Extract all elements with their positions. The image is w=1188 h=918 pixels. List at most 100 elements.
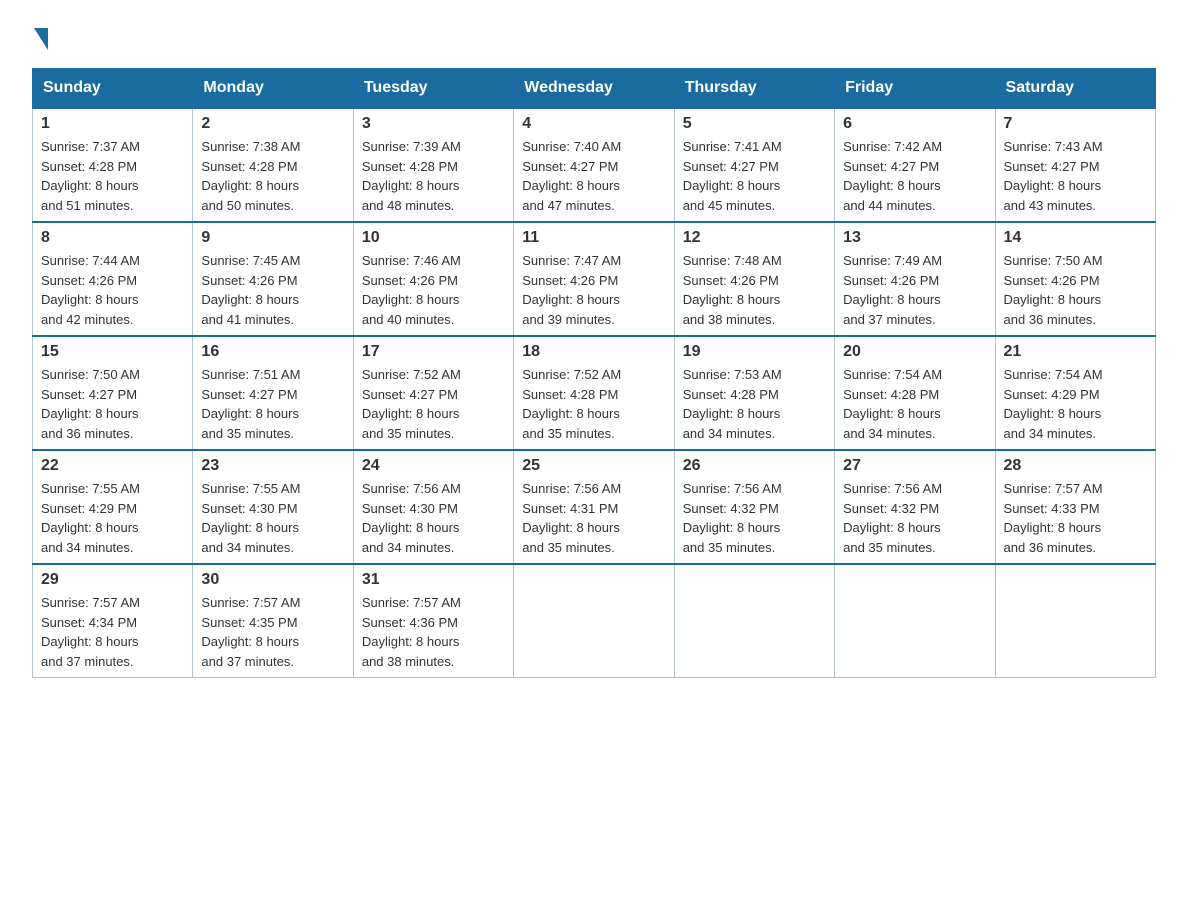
- calendar-cell: 10 Sunrise: 7:46 AM Sunset: 4:26 PM Dayl…: [353, 222, 513, 336]
- day-info: Sunrise: 7:40 AM Sunset: 4:27 PM Dayligh…: [522, 137, 665, 215]
- calendar-cell: 20 Sunrise: 7:54 AM Sunset: 4:28 PM Dayl…: [835, 336, 995, 450]
- calendar-week-3: 15 Sunrise: 7:50 AM Sunset: 4:27 PM Dayl…: [33, 336, 1156, 450]
- calendar-cell: 31 Sunrise: 7:57 AM Sunset: 4:36 PM Dayl…: [353, 564, 513, 678]
- calendar-cell: [995, 564, 1155, 678]
- day-header-sunday: Sunday: [33, 69, 193, 109]
- day-number: 6: [843, 115, 986, 133]
- day-info: Sunrise: 7:43 AM Sunset: 4:27 PM Dayligh…: [1004, 137, 1147, 215]
- calendar-week-1: 1 Sunrise: 7:37 AM Sunset: 4:28 PM Dayli…: [33, 108, 1156, 222]
- day-info: Sunrise: 7:51 AM Sunset: 4:27 PM Dayligh…: [201, 365, 344, 443]
- day-info: Sunrise: 7:47 AM Sunset: 4:26 PM Dayligh…: [522, 251, 665, 329]
- day-number: 14: [1004, 229, 1147, 247]
- calendar-cell: 19 Sunrise: 7:53 AM Sunset: 4:28 PM Dayl…: [674, 336, 834, 450]
- day-info: Sunrise: 7:52 AM Sunset: 4:28 PM Dayligh…: [522, 365, 665, 443]
- calendar-cell: 17 Sunrise: 7:52 AM Sunset: 4:27 PM Dayl…: [353, 336, 513, 450]
- calendar-week-2: 8 Sunrise: 7:44 AM Sunset: 4:26 PM Dayli…: [33, 222, 1156, 336]
- page-header: [32, 24, 1156, 48]
- logo: [32, 24, 48, 48]
- calendar-cell: [514, 564, 674, 678]
- day-header-monday: Monday: [193, 69, 353, 109]
- calendar-cell: 27 Sunrise: 7:56 AM Sunset: 4:32 PM Dayl…: [835, 450, 995, 564]
- calendar-cell: 7 Sunrise: 7:43 AM Sunset: 4:27 PM Dayli…: [995, 108, 1155, 222]
- day-info: Sunrise: 7:56 AM Sunset: 4:30 PM Dayligh…: [362, 479, 505, 557]
- day-number: 1: [41, 115, 184, 133]
- day-number: 17: [362, 343, 505, 361]
- calendar-cell: 24 Sunrise: 7:56 AM Sunset: 4:30 PM Dayl…: [353, 450, 513, 564]
- day-header-tuesday: Tuesday: [353, 69, 513, 109]
- day-info: Sunrise: 7:42 AM Sunset: 4:27 PM Dayligh…: [843, 137, 986, 215]
- day-number: 20: [843, 343, 986, 361]
- day-header-saturday: Saturday: [995, 69, 1155, 109]
- day-number: 19: [683, 343, 826, 361]
- day-number: 5: [683, 115, 826, 133]
- day-number: 22: [41, 457, 184, 475]
- calendar-cell: 3 Sunrise: 7:39 AM Sunset: 4:28 PM Dayli…: [353, 108, 513, 222]
- logo-arrow-icon: [34, 28, 48, 50]
- calendar-cell: 4 Sunrise: 7:40 AM Sunset: 4:27 PM Dayli…: [514, 108, 674, 222]
- calendar-cell: 5 Sunrise: 7:41 AM Sunset: 4:27 PM Dayli…: [674, 108, 834, 222]
- day-number: 11: [522, 229, 665, 247]
- calendar-cell: 15 Sunrise: 7:50 AM Sunset: 4:27 PM Dayl…: [33, 336, 193, 450]
- calendar-cell: 13 Sunrise: 7:49 AM Sunset: 4:26 PM Dayl…: [835, 222, 995, 336]
- day-info: Sunrise: 7:39 AM Sunset: 4:28 PM Dayligh…: [362, 137, 505, 215]
- day-number: 15: [41, 343, 184, 361]
- day-number: 18: [522, 343, 665, 361]
- day-info: Sunrise: 7:50 AM Sunset: 4:26 PM Dayligh…: [1004, 251, 1147, 329]
- day-number: 29: [41, 571, 184, 589]
- day-info: Sunrise: 7:41 AM Sunset: 4:27 PM Dayligh…: [683, 137, 826, 215]
- calendar-cell: 6 Sunrise: 7:42 AM Sunset: 4:27 PM Dayli…: [835, 108, 995, 222]
- day-info: Sunrise: 7:52 AM Sunset: 4:27 PM Dayligh…: [362, 365, 505, 443]
- day-header-friday: Friday: [835, 69, 995, 109]
- calendar-cell: 26 Sunrise: 7:56 AM Sunset: 4:32 PM Dayl…: [674, 450, 834, 564]
- calendar-cell: 25 Sunrise: 7:56 AM Sunset: 4:31 PM Dayl…: [514, 450, 674, 564]
- day-number: 7: [1004, 115, 1147, 133]
- day-number: 2: [201, 115, 344, 133]
- calendar-cell: [835, 564, 995, 678]
- day-number: 25: [522, 457, 665, 475]
- day-number: 3: [362, 115, 505, 133]
- day-number: 31: [362, 571, 505, 589]
- day-number: 12: [683, 229, 826, 247]
- day-info: Sunrise: 7:49 AM Sunset: 4:26 PM Dayligh…: [843, 251, 986, 329]
- calendar-cell: 28 Sunrise: 7:57 AM Sunset: 4:33 PM Dayl…: [995, 450, 1155, 564]
- calendar-cell: 2 Sunrise: 7:38 AM Sunset: 4:28 PM Dayli…: [193, 108, 353, 222]
- calendar-cell: [674, 564, 834, 678]
- calendar-cell: 29 Sunrise: 7:57 AM Sunset: 4:34 PM Dayl…: [33, 564, 193, 678]
- day-header-wednesday: Wednesday: [514, 69, 674, 109]
- day-number: 13: [843, 229, 986, 247]
- day-info: Sunrise: 7:57 AM Sunset: 4:35 PM Dayligh…: [201, 593, 344, 671]
- calendar-cell: 11 Sunrise: 7:47 AM Sunset: 4:26 PM Dayl…: [514, 222, 674, 336]
- day-info: Sunrise: 7:44 AM Sunset: 4:26 PM Dayligh…: [41, 251, 184, 329]
- day-number: 8: [41, 229, 184, 247]
- calendar-week-4: 22 Sunrise: 7:55 AM Sunset: 4:29 PM Dayl…: [33, 450, 1156, 564]
- day-number: 27: [843, 457, 986, 475]
- day-number: 24: [362, 457, 505, 475]
- calendar-cell: 12 Sunrise: 7:48 AM Sunset: 4:26 PM Dayl…: [674, 222, 834, 336]
- calendar-cell: 30 Sunrise: 7:57 AM Sunset: 4:35 PM Dayl…: [193, 564, 353, 678]
- calendar-cell: 18 Sunrise: 7:52 AM Sunset: 4:28 PM Dayl…: [514, 336, 674, 450]
- day-info: Sunrise: 7:53 AM Sunset: 4:28 PM Dayligh…: [683, 365, 826, 443]
- day-info: Sunrise: 7:55 AM Sunset: 4:29 PM Dayligh…: [41, 479, 184, 557]
- calendar-cell: 8 Sunrise: 7:44 AM Sunset: 4:26 PM Dayli…: [33, 222, 193, 336]
- calendar-week-5: 29 Sunrise: 7:57 AM Sunset: 4:34 PM Dayl…: [33, 564, 1156, 678]
- day-info: Sunrise: 7:45 AM Sunset: 4:26 PM Dayligh…: [201, 251, 344, 329]
- calendar-cell: 14 Sunrise: 7:50 AM Sunset: 4:26 PM Dayl…: [995, 222, 1155, 336]
- day-info: Sunrise: 7:38 AM Sunset: 4:28 PM Dayligh…: [201, 137, 344, 215]
- day-number: 23: [201, 457, 344, 475]
- day-info: Sunrise: 7:57 AM Sunset: 4:36 PM Dayligh…: [362, 593, 505, 671]
- day-info: Sunrise: 7:37 AM Sunset: 4:28 PM Dayligh…: [41, 137, 184, 215]
- day-header-thursday: Thursday: [674, 69, 834, 109]
- day-info: Sunrise: 7:54 AM Sunset: 4:29 PM Dayligh…: [1004, 365, 1147, 443]
- day-info: Sunrise: 7:46 AM Sunset: 4:26 PM Dayligh…: [362, 251, 505, 329]
- calendar-cell: 21 Sunrise: 7:54 AM Sunset: 4:29 PM Dayl…: [995, 336, 1155, 450]
- day-number: 10: [362, 229, 505, 247]
- day-info: Sunrise: 7:57 AM Sunset: 4:33 PM Dayligh…: [1004, 479, 1147, 557]
- day-info: Sunrise: 7:57 AM Sunset: 4:34 PM Dayligh…: [41, 593, 184, 671]
- day-number: 21: [1004, 343, 1147, 361]
- day-number: 16: [201, 343, 344, 361]
- day-info: Sunrise: 7:56 AM Sunset: 4:32 PM Dayligh…: [683, 479, 826, 557]
- day-info: Sunrise: 7:56 AM Sunset: 4:32 PM Dayligh…: [843, 479, 986, 557]
- day-number: 9: [201, 229, 344, 247]
- calendar-cell: 16 Sunrise: 7:51 AM Sunset: 4:27 PM Dayl…: [193, 336, 353, 450]
- calendar-cell: 1 Sunrise: 7:37 AM Sunset: 4:28 PM Dayli…: [33, 108, 193, 222]
